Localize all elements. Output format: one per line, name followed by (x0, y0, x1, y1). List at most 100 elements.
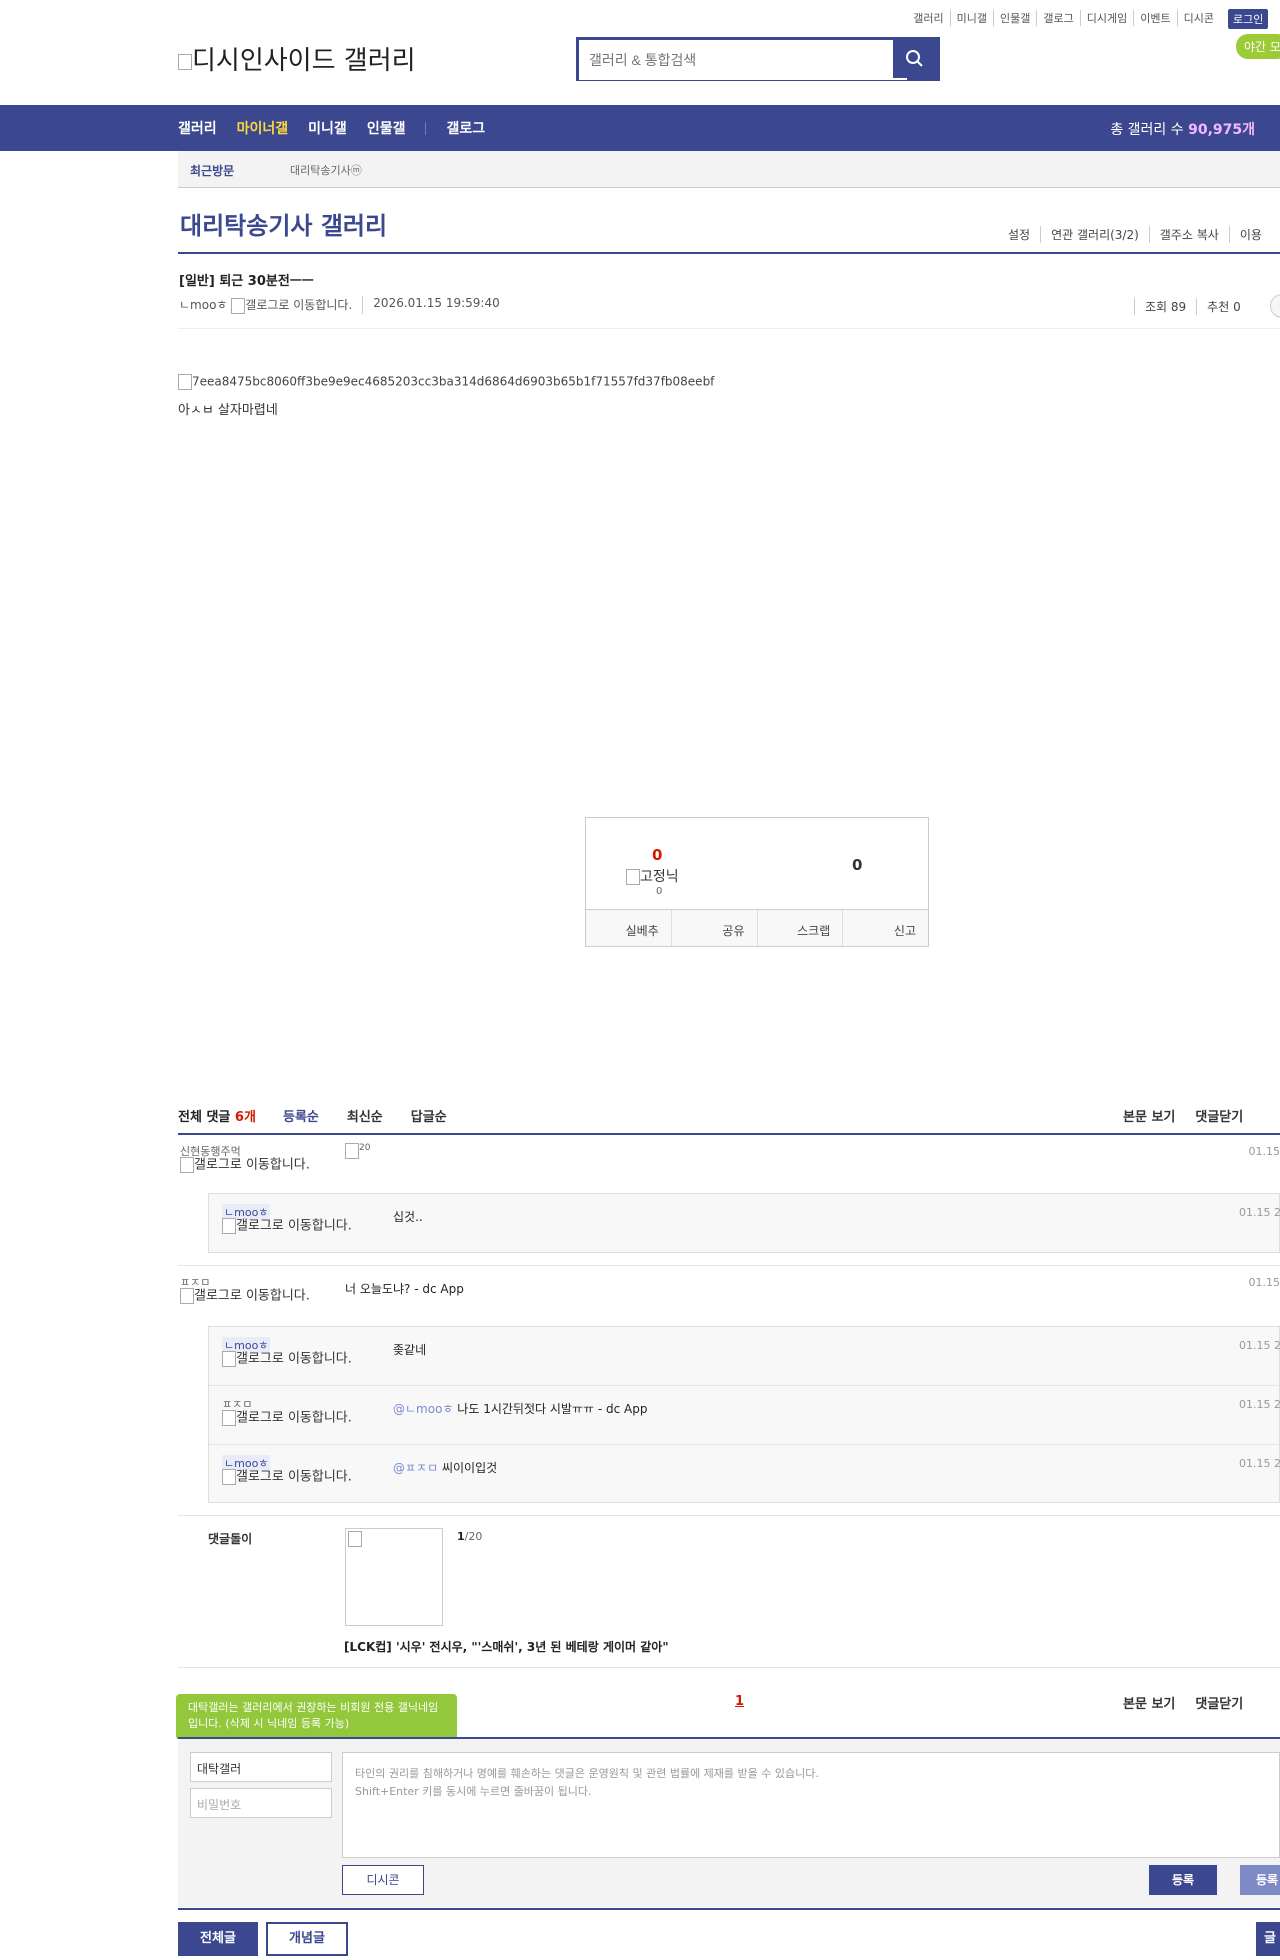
reply-text: 십것.. (393, 1210, 423, 1224)
related-galleries-link[interactable]: 연관 갤러리(3/2) (1040, 226, 1149, 243)
reply-mention[interactable]: @ㅍㅈㅁ (393, 1461, 438, 1475)
comments-footer-actions: 본문 보기 댓글닫기 (1123, 1693, 1243, 1712)
comment-time: 01.15 (1248, 1145, 1280, 1158)
close-comments-button[interactable]: 댓글닫기 (1195, 1693, 1243, 1712)
reply-gallog-text: 갤로그로 이동합니다. (236, 1351, 352, 1367)
comment-jump-icon[interactable] (1270, 294, 1280, 318)
title-divider (178, 252, 1280, 254)
gallery-title[interactable]: 대리탁송기사 갤러리 (180, 206, 387, 241)
comment-notice-1: 타인의 권리를 침해하거나 명예를 훼손하는 댓글은 운영원칙 및 관련 법률에… (355, 1767, 819, 1780)
sort-by-replies[interactable]: 답글순 (411, 1106, 447, 1125)
all-posts-button[interactable]: 전체글 (178, 1922, 258, 1956)
reply-time: 01.15 2 (1239, 1398, 1280, 1411)
gallery-links: 설정 연관 갤러리(3/2) 갤주소 복사 이용 (1008, 226, 1272, 243)
comment-divider (178, 1515, 1280, 1516)
top-link-persongall[interactable]: 인물갤 (994, 10, 1038, 26)
nickname-field[interactable]: 대탁갤러 (190, 1752, 332, 1782)
submit-with-dccon-button[interactable]: 등록 (1240, 1865, 1280, 1895)
top-link-dccon[interactable]: 디시콘 (1178, 10, 1220, 26)
view-body-button[interactable]: 본문 보기 (1123, 1693, 1175, 1712)
post-meta: ㄴmooㅎ 갤로그로 이동합니다. 2026.01.15 19:59:40 (179, 296, 500, 314)
reply-mention[interactable]: @ㄴmooㅎ (393, 1402, 453, 1416)
upvote-count[interactable]: 0 (652, 846, 662, 864)
top-link-gallog[interactable]: 갤로그 (1037, 10, 1081, 26)
night-mode-button[interactable]: 야간 모 (1236, 34, 1280, 59)
logo-broken-image-icon (178, 53, 192, 70)
nav-minor-gallery[interactable]: 마이너갤 (237, 118, 289, 138)
comment-dccon-alt: 20 (359, 1143, 371, 1153)
comment-bot-caption[interactable]: [LCK컵] '시우' 전시우, "'스매쉬', 3년 된 베테랑 게이머 같아… (344, 1638, 669, 1655)
sort-by-registration[interactable]: 등록순 (283, 1106, 319, 1125)
top-link-gallery[interactable]: 갤러리 (907, 10, 951, 26)
password-field[interactable]: 비밀번호 (190, 1788, 332, 1818)
dccon-button[interactable]: 디시콘 (342, 1865, 424, 1895)
sort-by-latest[interactable]: 최신순 (347, 1106, 383, 1125)
gallog-broken-image-icon (222, 1218, 236, 1234)
meta-divider (178, 328, 1280, 329)
reply-gallog-link[interactable]: 갤로그로 이동합니다. (222, 1351, 362, 1367)
login-button[interactable]: 로그인 (1228, 9, 1269, 29)
usage-link[interactable]: 이용 (1228, 226, 1272, 243)
post-author[interactable]: ㄴmooㅎ 갤로그로 이동합니다. (179, 296, 352, 314)
concept-posts-button[interactable]: 개념글 (266, 1922, 348, 1956)
gallery-settings-link[interactable]: 설정 (1008, 226, 1040, 243)
comments-header-actions: 본문 보기 댓글닫기 (1123, 1106, 1243, 1125)
reply-gallog-link[interactable]: 갤로그로 이동합니다. (222, 1469, 362, 1485)
recent-visits-label[interactable]: 최근방문 (190, 162, 234, 179)
search-input[interactable] (579, 40, 907, 80)
recent-visit-item[interactable]: 대리탁송기사ⓜ (290, 162, 362, 178)
search-button[interactable] (893, 40, 937, 78)
comment-page-1[interactable]: 1 (735, 1694, 744, 1709)
fixed-nick-count: 0 (656, 886, 663, 897)
comment-gallog-link[interactable]: 갤로그로 이동합니다. (180, 1157, 320, 1173)
comment-gallog-link[interactable]: 갤로그로 이동합니다. (180, 1288, 320, 1304)
top-link-minigall[interactable]: 미니갤 (951, 10, 995, 26)
copy-gallery-address-link[interactable]: 갤주소 복사 (1148, 226, 1229, 243)
comment-time: 01.15 (1248, 1276, 1280, 1289)
top-link-event[interactable]: 이벤트 (1134, 10, 1178, 26)
post-image-alt: 7eea8475bc8060ff3be9e9ec4685203cc3ba314d… (192, 374, 715, 389)
post-recommend-count: 추천 0 (1196, 298, 1251, 315)
fixed-nick-broken-image-icon (626, 869, 640, 885)
submit-comment-button[interactable]: 등록 (1149, 1865, 1217, 1895)
dccon-broken-image-icon (345, 1143, 359, 1159)
report-button[interactable]: 신고 (843, 910, 928, 946)
guest-nick-tooltip: 대탁갤러는 갤러리에서 권장하는 비회원 전용 갤닉네임입니다. (삭제 시 닉… (176, 1694, 457, 1747)
reply-time: 01.15 2 (1239, 1339, 1280, 1352)
main-nav-bar: 갤러리 마이너갤 미니갤 인물갤 갤로그 총 갤러리 수 90,975개 (0, 105, 1280, 151)
share-button[interactable]: 공유 (672, 910, 758, 946)
comment-bot-image[interactable] (345, 1528, 443, 1626)
reply-gallog-link[interactable]: 갤로그로 이동합니다. (222, 1410, 362, 1426)
view-body-button[interactable]: 본문 보기 (1123, 1106, 1175, 1125)
recent-visits-bar: 최근방문 대리탁송기사ⓜ (178, 151, 1280, 188)
write-post-button[interactable]: 글쓰기 (1256, 1922, 1280, 1956)
reply-gallog-link[interactable]: 갤로그로 이동합니다. (222, 1218, 362, 1234)
gallog-broken-image-icon (222, 1351, 236, 1367)
reply-text: @ㄴmooㅎ 나도 1시간뒤젓다 시발ㅠㅠ - dc App (393, 1400, 647, 1417)
close-comments-button[interactable]: 댓글닫기 (1195, 1106, 1243, 1125)
comments-header: 전체 댓글 6개 등록순 최신순 답글순 본문 보기 댓글닫기 (178, 1104, 1280, 1134)
nav-mini-gallery[interactable]: 미니갤 (308, 118, 347, 138)
scrap-button[interactable]: 스크랩 (758, 910, 844, 946)
reply-text-body: 씨이이입것 (441, 1461, 498, 1475)
main-nav: 갤러리 마이너갤 미니갤 인물갤 갤로그 (178, 105, 485, 151)
downvote-count[interactable]: 0 (852, 856, 862, 874)
gallog-broken-image-icon (222, 1469, 236, 1485)
nav-gallery[interactable]: 갤러리 (178, 118, 217, 138)
site-logo[interactable]: 디시인사이드 갤러리 (178, 40, 416, 77)
post-image[interactable]: 7eea8475bc8060ff3be9e9ec4685203cc3ba314d… (178, 374, 714, 390)
nav-gallog[interactable]: 갤로그 (446, 118, 485, 138)
post-author-gallog[interactable]: 갤로그로 이동합니다. (245, 298, 352, 312)
reply-text: @ㅍㅈㅁ 씨이이입것 (393, 1459, 497, 1476)
comment-bot-page-current: 1 (457, 1530, 465, 1543)
total-gallery-count: 총 갤러리 수 90,975개 (1110, 119, 1255, 139)
comment-gallog-text: 갤로그로 이동합니다. (194, 1288, 310, 1304)
comment-dccon-image: 20 (345, 1143, 370, 1159)
top-link-dcgame[interactable]: 디시게임 (1081, 10, 1135, 26)
reply-item: ㅍㅈㅁ 갤로그로 이동합니다. @ㄴmooㅎ 나도 1시간뒤젓다 시발ㅠㅠ - … (209, 1386, 1280, 1445)
nav-person-gallery[interactable]: 인물갤 (367, 118, 406, 138)
comment-bot-label: 댓글돌이 (208, 1532, 253, 1546)
post-title: [일반] 퇴근 30분전ㅡㅡ (179, 274, 314, 289)
comment-textarea[interactable]: 타인의 권리를 침해하거나 명예를 훼손하는 댓글은 운영원칙 및 관련 법률에… (342, 1752, 1280, 1858)
realbest-recommend-button[interactable]: 실베추 (586, 910, 672, 946)
